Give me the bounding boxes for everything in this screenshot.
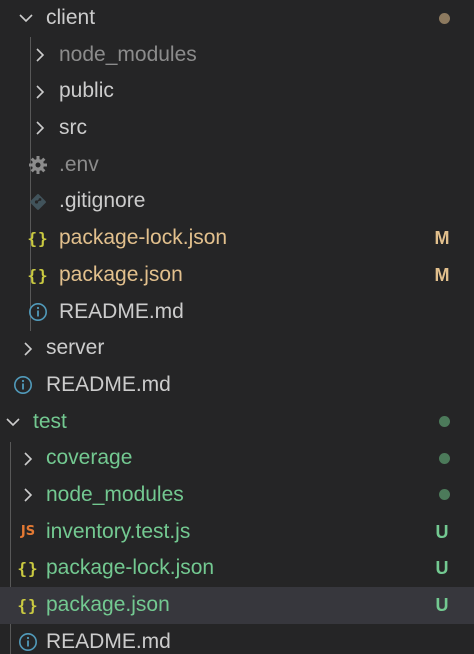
file-row-test-readme[interactable]: README.md bbox=[0, 624, 474, 654]
json-braces-icon: {} bbox=[17, 559, 39, 579]
chevron-right-icon bbox=[32, 73, 48, 110]
folder-row-test[interactable]: test bbox=[0, 404, 474, 441]
chevron-down-icon bbox=[18, 0, 34, 37]
folder-row-test-coverage[interactable]: coverage bbox=[0, 440, 474, 477]
chevron-right-icon bbox=[20, 330, 36, 367]
file-label-package-json: package.json bbox=[59, 262, 183, 286]
info-icon bbox=[15, 624, 41, 654]
file-label-inventory-test-js: inventory.test.js bbox=[46, 519, 191, 543]
folder-label-node-modules: node_modules bbox=[46, 482, 184, 506]
file-label-readme: README.md bbox=[46, 629, 171, 653]
folder-label-node-modules: node_modules bbox=[59, 42, 197, 66]
info-icon bbox=[25, 294, 51, 331]
git-icon bbox=[25, 183, 51, 220]
folder-row-client-node-modules[interactable]: node_modules bbox=[0, 37, 474, 74]
folder-status-dot-coverage bbox=[439, 452, 450, 464]
gear-icon bbox=[25, 147, 51, 184]
file-row-client-package-lock[interactable]: {} package-lock.json M bbox=[0, 220, 474, 257]
file-label-gitignore: .gitignore bbox=[59, 189, 146, 213]
folder-label-server: server bbox=[46, 336, 105, 360]
chevron-right-icon bbox=[20, 477, 36, 514]
file-row-test-inventory[interactable]: JS inventory.test.js U bbox=[0, 514, 474, 551]
folder-label-public: public bbox=[59, 79, 114, 103]
folder-status-dot-test bbox=[439, 416, 450, 428]
file-row-root-readme[interactable]: README.md bbox=[0, 367, 474, 404]
file-row-client-readme[interactable]: README.md bbox=[0, 294, 474, 331]
json-braces-icon: {} bbox=[17, 595, 39, 615]
json-braces-icon: {} bbox=[27, 265, 49, 285]
file-label-readme: README.md bbox=[46, 372, 171, 396]
chevron-right-icon bbox=[32, 37, 48, 74]
file-label-readme: README.md bbox=[59, 299, 184, 323]
info-icon bbox=[10, 367, 36, 404]
file-label-package-lock-json: package-lock.json bbox=[59, 226, 228, 250]
git-status-badge: U bbox=[435, 521, 449, 542]
file-row-test-package-lock[interactable]: {} package-lock.json U bbox=[0, 550, 474, 587]
git-status-badge: M bbox=[434, 264, 450, 285]
file-label-package-lock-json: package-lock.json bbox=[46, 556, 215, 580]
folder-row-test-node-modules[interactable]: node_modules bbox=[0, 477, 474, 514]
javascript-file-icon: JS bbox=[20, 524, 36, 540]
git-status-badge: U bbox=[435, 558, 449, 579]
file-row-client-env[interactable]: .env bbox=[0, 147, 474, 184]
folder-row-client-public[interactable]: public bbox=[0, 73, 474, 110]
folder-row-server[interactable]: server bbox=[0, 330, 474, 367]
file-explorer-tree: client node_modules public src .env .git… bbox=[0, 0, 474, 654]
file-label-env: .env bbox=[59, 152, 99, 176]
file-row-client-package[interactable]: {} package.json M bbox=[0, 257, 474, 294]
folder-label-coverage: coverage bbox=[46, 446, 133, 470]
folder-row-client[interactable]: client bbox=[0, 0, 474, 37]
folder-status-dot-client bbox=[439, 12, 450, 24]
chevron-right-icon bbox=[32, 110, 48, 147]
folder-label-src: src bbox=[59, 116, 87, 140]
file-row-test-package[interactable]: {} package.json U bbox=[0, 587, 474, 624]
chevron-down-icon bbox=[5, 404, 21, 441]
file-label-package-json: package.json bbox=[46, 593, 170, 616]
folder-label-client: client bbox=[46, 6, 96, 29]
folder-label-test: test bbox=[33, 409, 67, 433]
folder-status-dot-node-modules bbox=[439, 489, 450, 501]
json-braces-icon: {} bbox=[27, 228, 49, 248]
git-status-badge: M bbox=[434, 228, 450, 249]
git-status-badge: U bbox=[435, 595, 449, 615]
file-row-client-gitignore[interactable]: .gitignore bbox=[0, 183, 474, 220]
chevron-right-icon bbox=[20, 440, 36, 477]
folder-row-client-src[interactable]: src bbox=[0, 110, 474, 147]
